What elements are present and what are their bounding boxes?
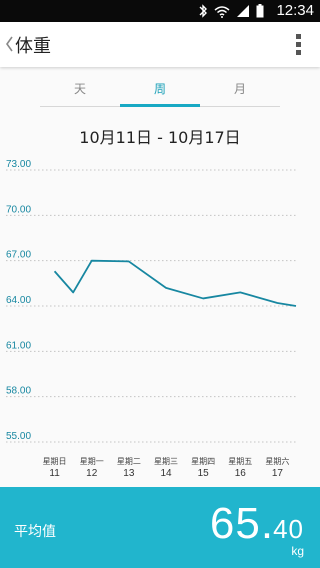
series-line xyxy=(53,259,297,307)
signal-icon xyxy=(237,5,249,17)
y-tick-label: 55.00 xyxy=(6,431,31,442)
x-date-label: 15 xyxy=(198,468,210,479)
app-bar: 体重 xyxy=(0,22,320,67)
average-value-decimal: 40 xyxy=(273,514,304,544)
y-tick-label: 61.00 xyxy=(6,340,31,351)
y-tick-label: 64.00 xyxy=(6,295,31,306)
x-date-label: 14 xyxy=(160,468,172,479)
x-day-label: 星期日 xyxy=(43,457,67,466)
tab-day[interactable]: 天 xyxy=(40,78,120,106)
x-date-label: 17 xyxy=(272,468,284,479)
x-date-label: 16 xyxy=(235,468,247,479)
x-day-label: 星期一 xyxy=(80,457,104,466)
wifi-icon xyxy=(214,5,230,18)
x-date-label: 11 xyxy=(49,468,60,479)
bluetooth-icon xyxy=(199,4,207,18)
x-day-label: 星期五 xyxy=(228,457,252,466)
overflow-menu-icon[interactable] xyxy=(294,34,302,56)
battery-icon xyxy=(256,4,264,18)
x-date-label: 12 xyxy=(86,468,98,479)
y-tick-label: 73.00 xyxy=(6,160,31,170)
average-unit: kg xyxy=(291,544,304,558)
x-day-label: 星期六 xyxy=(265,456,289,466)
x-day-label: 星期二 xyxy=(117,457,141,466)
y-tick-label: 58.00 xyxy=(6,386,31,397)
weight-line-chart: 73.00 70.00 67.00 64.00 61.00 58.00 55.00 星期日 11… xyxy=(6,160,297,479)
date-range: 10月11日 - 10月17日 xyxy=(79,128,241,147)
average-value: 65.40 xyxy=(210,499,304,549)
y-tick-label: 70.00 xyxy=(6,204,31,215)
tab-week[interactable]: 周 xyxy=(120,78,200,107)
page-title: 体重 xyxy=(15,36,51,57)
status-bar: 12:34 xyxy=(0,0,320,22)
chevron-left-icon[interactable] xyxy=(3,34,15,54)
average-panel: 平均值 65.40 kg xyxy=(0,487,320,568)
average-value-dot: . xyxy=(260,499,274,548)
tab-month[interactable]: 月 xyxy=(200,78,280,106)
y-tick-label: 67.00 xyxy=(6,250,31,261)
average-value-integer: 65 xyxy=(209,499,261,548)
x-day-label: 星期四 xyxy=(191,457,215,466)
x-day-label: 星期三 xyxy=(154,457,178,466)
average-label: 平均值 xyxy=(14,524,56,540)
status-icons xyxy=(198,3,264,19)
status-time: 12:34 xyxy=(276,2,314,19)
period-tabs: 天 周 月 xyxy=(40,78,280,107)
x-date-label: 13 xyxy=(123,468,135,479)
